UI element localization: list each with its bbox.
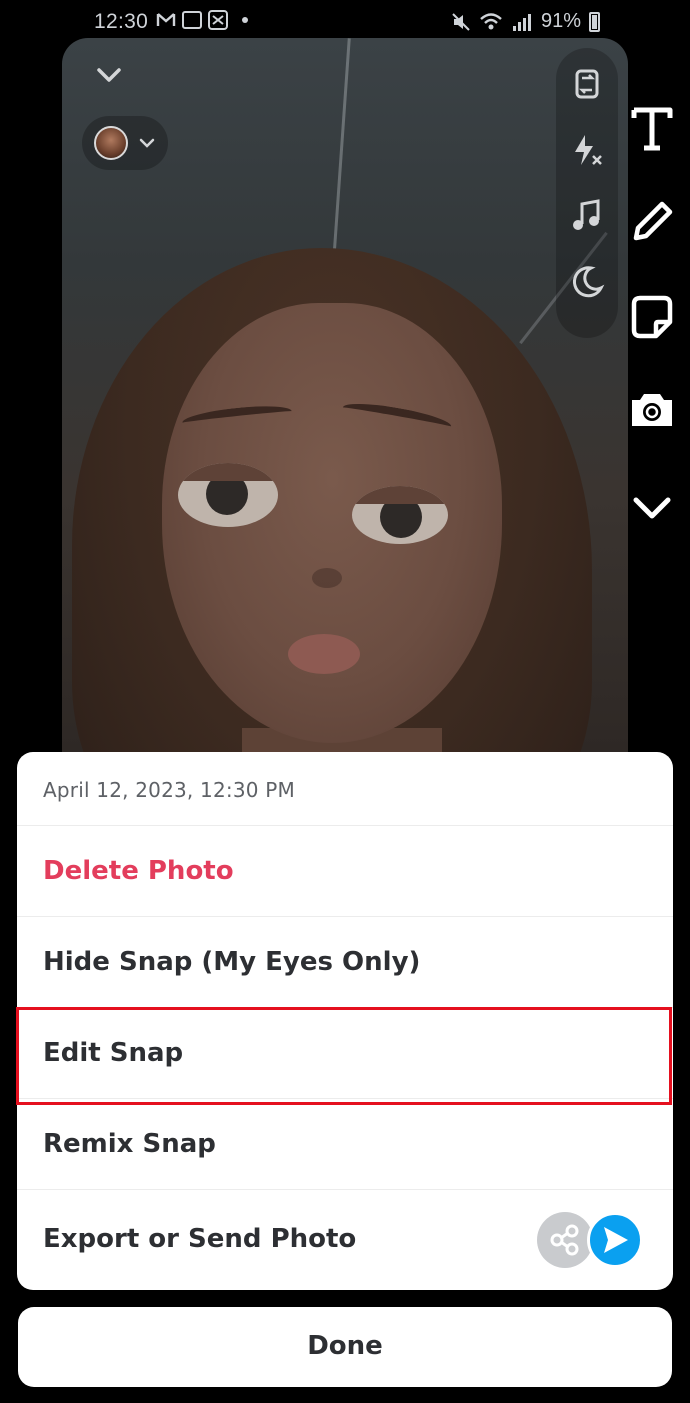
remix-snap-option[interactable]: Remix Snap: [17, 1099, 673, 1190]
status-time: 12:30: [94, 10, 149, 33]
night-mode-icon[interactable]: [569, 264, 605, 300]
collapse-chevron-icon[interactable]: [96, 62, 122, 88]
screen-icon: [182, 11, 202, 29]
delete-photo-label: Delete Photo: [43, 856, 234, 886]
snap-preview: [62, 38, 628, 798]
text-tool-icon[interactable]: [626, 102, 678, 154]
export-send-option[interactable]: Export or Send Photo: [17, 1190, 673, 1290]
remix-snap-label: Remix Snap: [43, 1129, 216, 1159]
flash-off-icon[interactable]: [569, 132, 605, 168]
share-icon: [550, 1224, 579, 1256]
pencil-icon[interactable]: [626, 196, 678, 248]
profile-selector[interactable]: [82, 116, 168, 170]
send-arrow-icon: [604, 1227, 628, 1253]
battery-percent: 91%: [540, 10, 581, 32]
status-system-icons: 91%: [451, 10, 600, 33]
delete-photo-option[interactable]: Delete Photo: [17, 826, 673, 917]
sticker-icon[interactable]: [626, 292, 678, 344]
snap-date: April 12, 2023, 12:30 PM: [43, 778, 295, 802]
chevron-down-icon: [139, 138, 155, 148]
send-button[interactable]: [587, 1212, 643, 1268]
gmail-icon: [156, 13, 176, 26]
capcut-icon: [208, 10, 228, 30]
music-note-icon[interactable]: [569, 198, 605, 234]
chevron-down-icon[interactable]: [626, 482, 678, 534]
avatar: [94, 126, 128, 160]
lens-icon[interactable]: [626, 384, 678, 436]
flip-camera-icon[interactable]: [569, 66, 605, 102]
export-send-label: Export or Send Photo: [43, 1224, 357, 1254]
snap-date-header: April 12, 2023, 12:30 PM: [17, 752, 673, 826]
hide-snap-option[interactable]: Hide Snap (My Eyes Only): [17, 917, 673, 1008]
more-notifications-dot: [242, 17, 248, 23]
mute-icon: [452, 12, 470, 31]
edit-snap-highlight-box: [16, 1007, 672, 1105]
signal-icon: [512, 13, 531, 31]
status-notification-icons: [156, 10, 248, 30]
wifi-icon: [480, 12, 502, 29]
hide-snap-label: Hide Snap (My Eyes Only): [43, 947, 421, 977]
battery-icon: [589, 11, 600, 32]
done-button[interactable]: Done: [18, 1307, 672, 1387]
camera-tools: [556, 48, 618, 338]
done-label: Done: [307, 1331, 383, 1361]
share-button[interactable]: [537, 1212, 593, 1268]
